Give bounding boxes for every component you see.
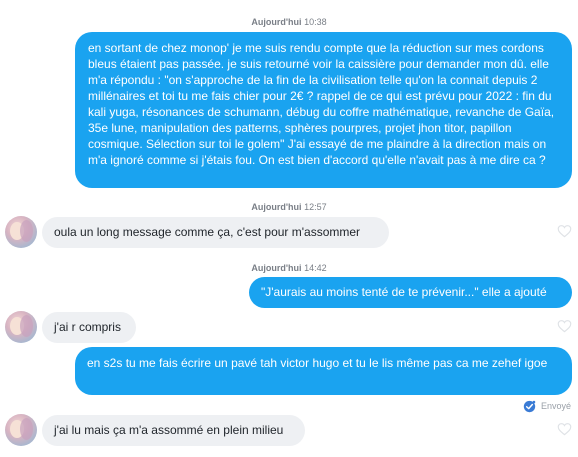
- outgoing-message[interactable]: "J'aurais au moins tenté de te prévenir.…: [249, 277, 572, 308]
- contact-avatar[interactable]: [5, 216, 37, 248]
- contact-avatar[interactable]: [5, 414, 37, 446]
- outgoing-message[interactable]: en sortant de chez monop' je me suis ren…: [75, 32, 572, 188]
- timestamp: Aujourd'hui 10:38: [251, 17, 327, 27]
- incoming-message[interactable]: j'ai r compris: [42, 312, 136, 343]
- message-text: "J'aurais au moins tenté de te prévenir.…: [261, 285, 547, 299]
- timestamp: Aujourd'hui 14:42: [251, 263, 327, 273]
- message-text: en sortant de chez monop' je me suis ren…: [88, 41, 555, 167]
- message-text: j'ai lu mais ça m'a assommé en plein mil…: [54, 423, 284, 437]
- message-text: oula un long message comme ça, c'est pou…: [54, 225, 361, 239]
- contact-avatar[interactable]: [5, 311, 37, 343]
- sent-label: Envoyé: [541, 401, 572, 411]
- incoming-message[interactable]: oula un long message comme ça, c'est pou…: [42, 217, 389, 248]
- chat-screen: { "timestamps": [ {"day": "Aujourd'hui",…: [0, 0, 578, 457]
- heart-outline-icon[interactable]: [557, 224, 572, 238]
- check-badge-icon: [523, 400, 536, 412]
- heart-outline-icon[interactable]: [557, 422, 572, 436]
- outgoing-message[interactable]: en s2s tu me fais écrire un pavé tah vic…: [75, 347, 572, 395]
- sent-status: Envoyé: [523, 399, 571, 413]
- timestamp: Aujourd'hui 12:57: [251, 202, 327, 212]
- incoming-message[interactable]: j'ai lu mais ça m'a assommé en plein mil…: [42, 415, 305, 446]
- heart-outline-icon[interactable]: [557, 319, 572, 333]
- message-text: j'ai r compris: [54, 320, 121, 334]
- message-text: en s2s tu me fais écrire un pavé tah vic…: [87, 356, 548, 370]
